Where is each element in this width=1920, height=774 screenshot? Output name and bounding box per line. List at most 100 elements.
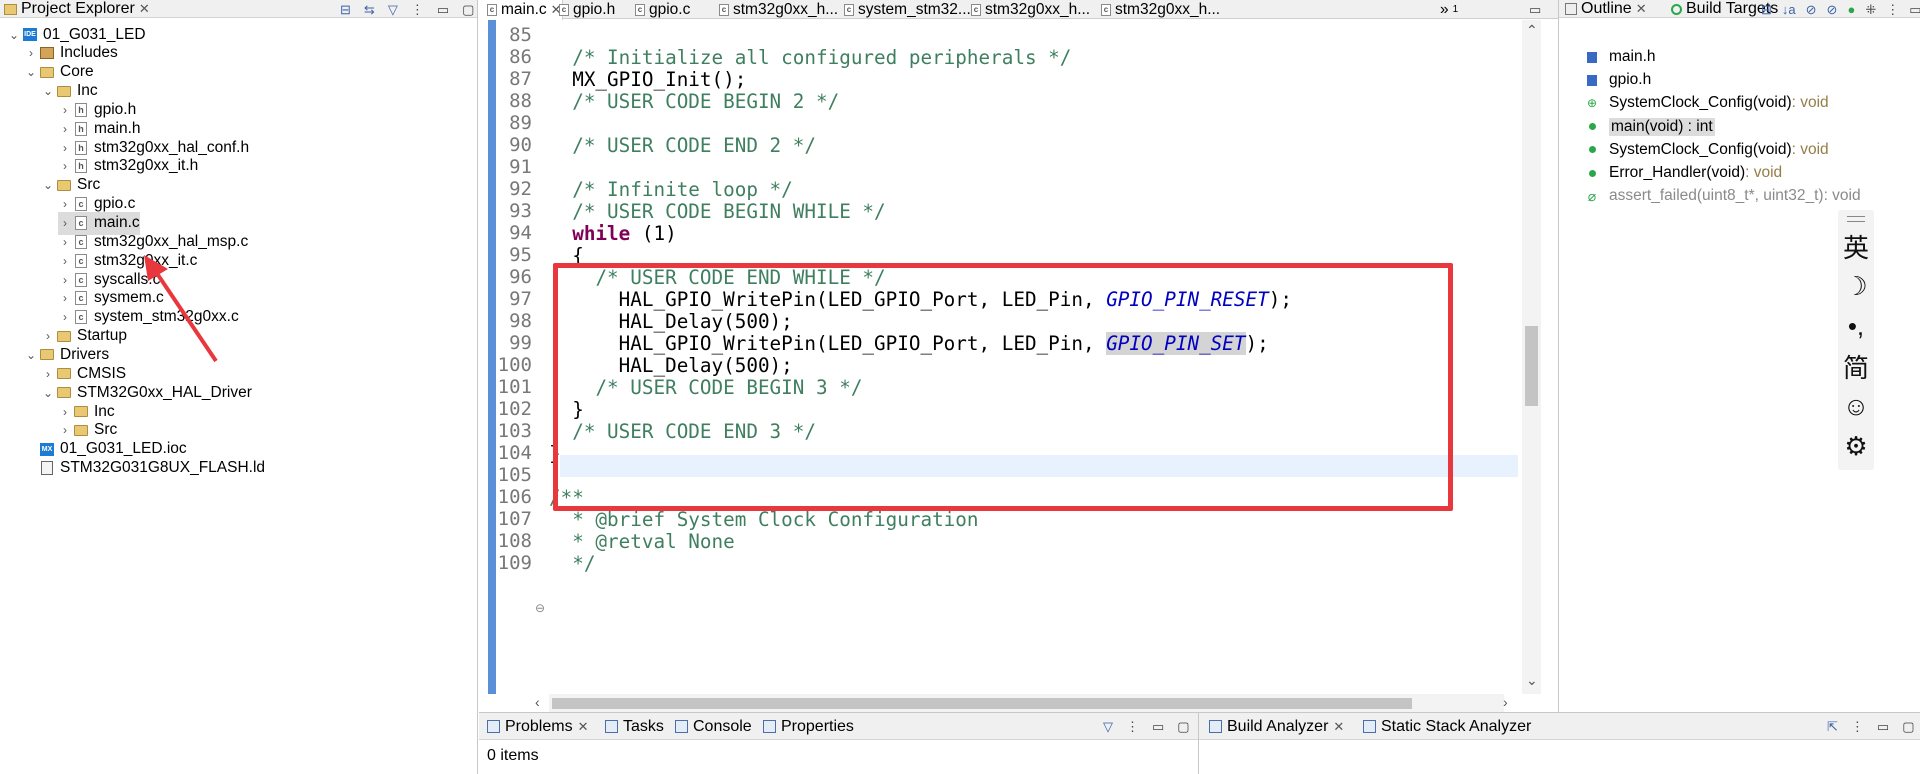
tab-outline[interactable]: Outline ✕ [1565,0,1647,18]
collapse-all-icon[interactable]: ⊟ [1761,3,1772,16]
tree-item-label: Startup [77,327,127,345]
outline-item[interactable]: Error_Handler(void) : void [1587,162,1782,184]
maximize-icon[interactable]: ▢ [1902,720,1914,733]
chevron-right-icon[interactable]: › [58,291,72,305]
group-includes-icon[interactable]: ⁜ [1865,3,1876,16]
tab-project-explorer[interactable]: Project Explorer ✕ [4,0,150,18]
code-line[interactable]: MX_GPIO_Init(); [549,68,746,91]
code-line[interactable]: /* USER CODE BEGIN WHILE */ [549,200,885,223]
chevron-down-icon[interactable]: ⌄ [41,84,55,98]
maximize-icon[interactable]: ▢ [462,3,474,16]
code-line[interactable]: * @brief System Clock Configuration [549,508,978,531]
chevron-right-icon[interactable]: › [58,310,72,324]
link-with-editor-icon[interactable]: ⇆ [364,3,375,16]
editor-body[interactable]: 85 86 87 88 89 90 91 92 93 94 95 96 97 98 99 100 101 102 1… [479,20,1558,694]
filter-icon[interactable]: ▽ [1103,720,1113,733]
tab-console[interactable]: Console [675,713,752,740]
code-line[interactable]: */ [549,552,595,575]
code-line[interactable]: * @retval None [549,530,735,553]
view-menu-icon[interactable]: ⋮ [1126,720,1139,733]
chevron-down-icon[interactable]: ⌄ [24,65,38,79]
tab-build-analyzer[interactable]: Build Analyzer ✕ [1209,713,1344,740]
chevron-down-icon[interactable]: ⌄ [41,178,55,192]
hide-static-icon[interactable]: ⊘ [1827,3,1838,16]
scroll-up-icon[interactable]: ⌃ [1526,22,1538,39]
horizontal-scrollbar[interactable]: ‹ › [535,694,1508,712]
filter-icon[interactable]: ▽ [388,3,398,16]
sort-icon[interactable]: ↓a [1782,3,1796,16]
minimize-icon[interactable]: ▭ [1877,720,1889,733]
export-icon[interactable]: ⇱ [1827,720,1838,733]
chevron-down-icon[interactable]: ⌄ [24,348,38,362]
english-mode-icon[interactable]: 英 [1843,226,1869,266]
collapse-all-icon[interactable]: ⊟ [340,3,351,16]
punctuation-icon[interactable]: •, [1848,306,1864,346]
chevron-right-icon[interactable]: › [24,46,38,60]
hide-fields-icon[interactable]: ⊘ [1806,3,1817,16]
horizontal-scroll-thumb[interactable] [552,698,1412,709]
close-icon[interactable]: ✕ [1636,1,1647,17]
outline-item[interactable]: ⊕ SystemClock_Config(void) : void [1587,92,1829,114]
hide-non-public-icon[interactable]: ● [1847,3,1855,16]
chevron-right-icon[interactable]: › [58,423,72,437]
drag-handle-icon[interactable] [1847,216,1865,222]
code-line[interactable]: /* Initialize all configured peripherals… [549,46,1071,69]
code-line[interactable]: /* USER CODE END 2 */ [549,134,816,157]
chevron-down-icon[interactable]: ⌄ [41,386,55,400]
editor-tab[interactable]: c gpio.c [627,0,690,19]
editor-tab[interactable]: c stm32g0xx_h... [711,0,838,19]
chevron-right-icon[interactable]: › [58,254,72,268]
chevron-right-icon[interactable]: › [58,405,72,419]
minimize-icon[interactable]: ▭ [437,3,449,16]
chevron-right-icon[interactable]: › [41,329,55,343]
chevron-right-icon[interactable]: › [58,141,72,155]
close-icon[interactable]: ✕ [1333,719,1344,735]
chevron-right-icon[interactable]: › [58,197,72,211]
close-icon[interactable]: ✕ [578,719,589,735]
chevron-right-icon[interactable]: › [58,273,72,287]
chevron-down-icon[interactable]: ⌄ [7,28,21,42]
view-menu-icon[interactable]: ⋮ [1886,3,1899,16]
chevron-right-icon[interactable]: › [41,367,55,381]
tab-tasks[interactable]: Tasks [605,713,664,740]
tab-static-stack-analyzer[interactable]: Static Stack Analyzer [1363,713,1531,740]
simplified-chinese-icon[interactable]: 简 [1843,346,1869,386]
outline-item[interactable]: gpio.h [1587,69,1651,91]
chevron-right-icon[interactable]: › [58,103,72,117]
outline-item[interactable]: ⌀ assert_failed(uint8_t*, uint32_t) : voi… [1587,185,1861,207]
night-mode-icon[interactable]: ☽ [1844,266,1867,306]
minimize-icon[interactable]: ▭ [1152,720,1164,733]
editor-tab[interactable]: c stm32g0xx_h... [1093,0,1220,19]
emoji-icon[interactable]: ☺ [1843,386,1870,426]
vertical-scroll-thumb[interactable] [1525,326,1538,406]
chevron-right-icon[interactable]: › [58,216,72,230]
close-icon[interactable]: ✕ [139,1,150,17]
minimize-icon[interactable]: ▭ [1909,3,1920,16]
outline-item[interactable]: main(void) : int [1587,116,1715,138]
minimize-icon[interactable]: ▭ [1529,3,1541,16]
outline-item[interactable]: main.h [1587,46,1656,68]
tree-item[interactable]: STM32G031G8UX_FLASH.ld [24,457,265,480]
vertical-scrollbar[interactable]: ⌃ ⌄ [1522,20,1541,694]
chevron-right-icon[interactable]: › [58,235,72,249]
view-menu-icon[interactable]: ⋮ [411,3,424,16]
maximize-icon[interactable]: ▢ [1177,720,1189,733]
code-line[interactable]: while (1) [549,222,676,245]
scroll-left-icon[interactable]: ‹ [535,694,540,710]
view-menu-icon[interactable]: ⋮ [1851,720,1864,733]
chevron-right-icon[interactable]: › [58,122,72,136]
scroll-down-icon[interactable]: ⌄ [1526,672,1538,689]
editor-tab[interactable]: c system_stm32... [836,0,971,19]
editor-tab[interactable]: c gpio.h [551,0,615,19]
chevron-right-icon[interactable]: › [58,159,72,173]
settings-gear-icon[interactable]: ⚙ [1844,426,1867,466]
tab-properties[interactable]: Properties [763,713,854,740]
outline-item[interactable]: SystemClock_Config(void) : void [1587,139,1829,161]
code-line[interactable]: /* Infinite loop */ [549,178,793,201]
scroll-right-icon[interactable]: › [1503,694,1508,710]
tab-problems[interactable]: Problems ✕ [487,713,588,740]
code-line[interactable]: /* USER CODE BEGIN 2 */ [549,90,839,113]
fold-toggle-icon[interactable]: ⊖ [535,601,545,615]
tab-overflow-button[interactable]: » 1 [1432,0,1458,19]
editor-tab[interactable]: c stm32g0xx_h... [963,0,1090,19]
